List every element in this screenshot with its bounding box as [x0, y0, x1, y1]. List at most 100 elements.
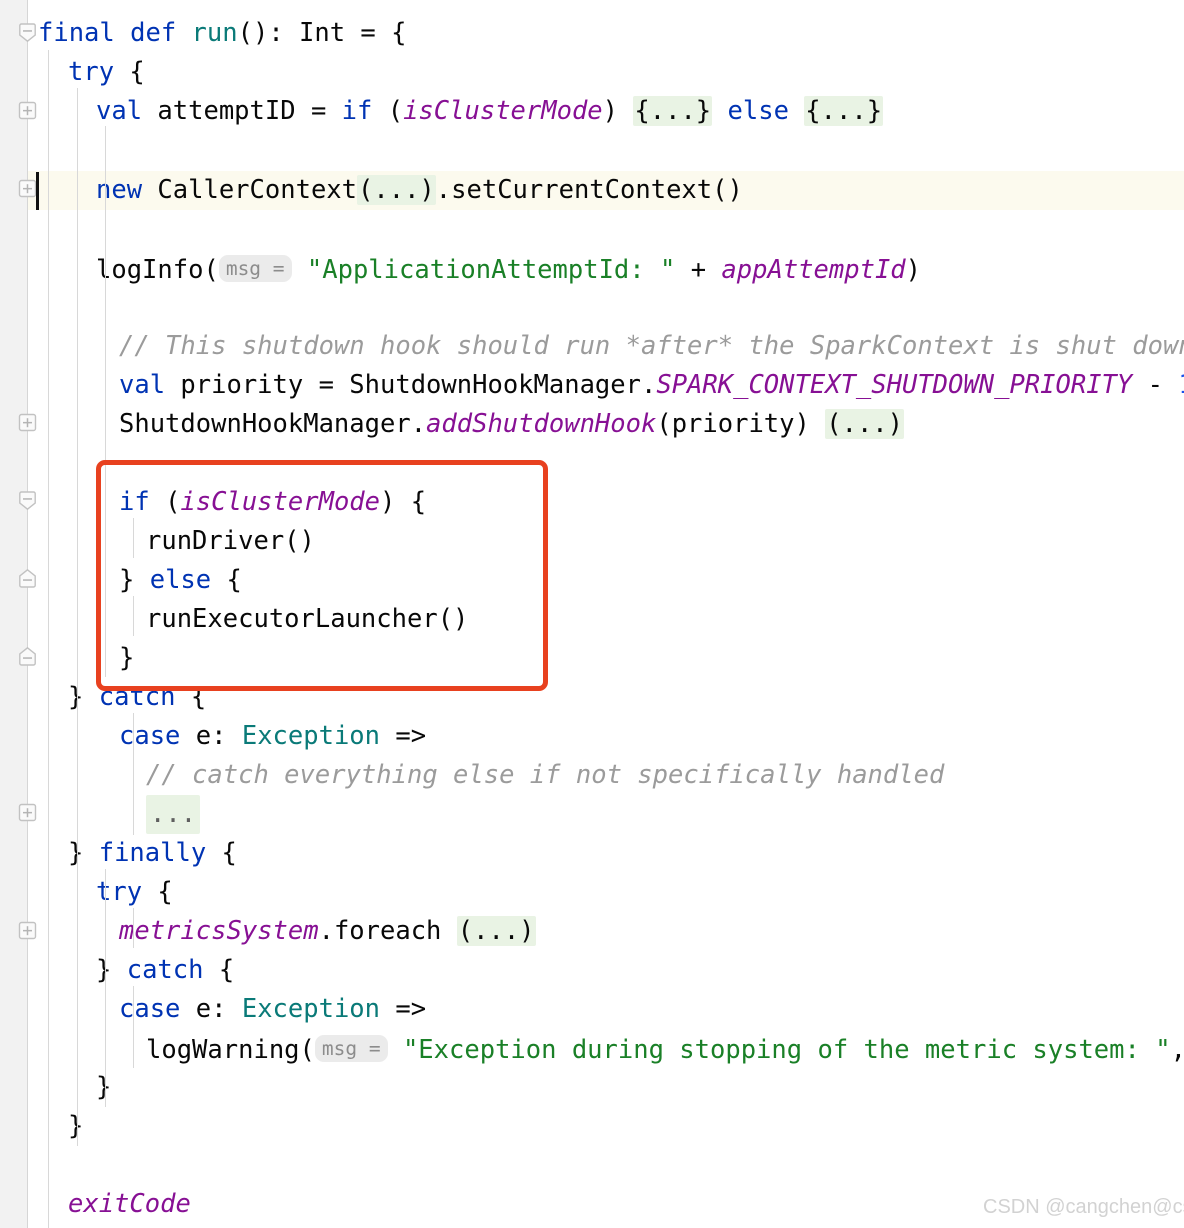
code-token: def: [130, 18, 192, 48]
code-token: }: [68, 682, 99, 712]
code-token: appAttemptId: [721, 255, 906, 285]
fold-marker-collapsed-fold-1[interactable]: [17, 100, 38, 121]
code-line[interactable]: try {: [68, 53, 145, 92]
code-token: e:: [180, 994, 242, 1024]
code-line[interactable]: case e: Exception =>: [119, 990, 426, 1029]
code-token: priority = ShutdownHookManager.: [180, 370, 657, 400]
code-line[interactable]: } else {: [119, 561, 242, 600]
code-token: {: [142, 877, 173, 907]
indent-guide: [133, 713, 134, 835]
code-line[interactable]: }: [96, 1068, 111, 1107]
code-token: =>: [380, 994, 427, 1024]
code-content[interactable]: final def run(): Int = {try {val attempt…: [28, 0, 1184, 1228]
code-token: ): [602, 96, 634, 126]
code-token: if: [119, 487, 166, 517]
code-token: attemptID =: [157, 96, 342, 126]
indent-guide: [105, 869, 106, 1107]
code-token: logInfo(: [96, 255, 219, 285]
parameter-name-hint: msg =: [314, 1035, 388, 1062]
code-line[interactable]: // This shutdown hook should run *after*…: [119, 327, 1184, 366]
code-token: (: [387, 96, 404, 126]
code-line[interactable]: runDriver(): [146, 522, 315, 561]
fold-marker-collapsed-fold-2[interactable]: [17, 178, 38, 199]
code-token: catch: [126, 955, 204, 985]
fold-marker-fold-region-end-up-2[interactable]: [17, 646, 38, 667]
fold-marker-fold-region-end-down-2[interactable]: [17, 490, 38, 511]
code-token: }: [119, 643, 135, 673]
code-line[interactable]: final def run(): Int = {: [38, 14, 407, 53]
fold-marker-fold-region-end-down[interactable]: [17, 22, 38, 43]
folded-code-placeholder[interactable]: (...): [825, 409, 904, 439]
indent-guide: [133, 908, 134, 948]
code-token: =>: [380, 721, 427, 751]
code-token: , e): [1171, 1035, 1184, 1065]
code-token: }: [96, 955, 127, 985]
code-line[interactable]: ...: [146, 795, 201, 835]
code-token: SPARK_CONTEXT_SHUTDOWN_PRIORITY: [656, 370, 1133, 400]
fold-marker-collapsed-fold-4[interactable]: [17, 802, 38, 823]
code-token: Exception: [241, 721, 381, 751]
code-token: exitCode: [68, 1189, 191, 1219]
code-line[interactable]: try {: [96, 873, 173, 912]
code-token: {: [206, 838, 237, 868]
code-line[interactable]: case e: Exception =>: [119, 717, 426, 756]
code-token: addShutdownHook: [426, 409, 657, 439]
code-line[interactable]: new CallerContext(...).setCurrentContext…: [96, 171, 743, 210]
code-token: val: [119, 370, 181, 400]
code-token: if: [341, 96, 388, 126]
parameter-name-hint: msg =: [218, 255, 292, 282]
code-token: }: [68, 1111, 84, 1141]
code-line[interactable]: logWarning(msg = "Exception during stopp…: [146, 1029, 1184, 1068]
indent-guide: [48, 50, 49, 1228]
code-token: isClusterMode: [403, 96, 603, 126]
indent-guide: [133, 986, 134, 1068]
code-token: ): [905, 255, 922, 285]
code-token: else: [727, 96, 789, 126]
code-token: // This shutdown hook should run *after*…: [119, 331, 1184, 361]
code-line[interactable]: val attemptID = if (isClusterMode) {...}…: [96, 92, 884, 131]
code-token: {: [203, 955, 235, 985]
code-token: ShutdownHookManager.: [119, 409, 427, 439]
code-line[interactable]: metricsSystem.foreach (...): [119, 912, 536, 951]
code-line[interactable]: if (isClusterMode) {: [119, 483, 426, 522]
code-line[interactable]: }: [68, 1107, 83, 1146]
code-token: finally: [98, 838, 207, 868]
code-token: case: [119, 721, 181, 751]
code-line[interactable]: runExecutorLauncher(): [146, 600, 468, 639]
code-token: +: [675, 255, 722, 285]
fold-marker-fold-region-end-up-1[interactable]: [17, 568, 38, 589]
csdn-watermark: CSDN @cangchen@csdn: [983, 1196, 1184, 1218]
code-line[interactable]: } finally {: [68, 834, 237, 873]
code-line[interactable]: val priority = ShutdownHookManager.SPARK…: [119, 366, 1184, 405]
code-token: runDriver(): [146, 526, 315, 556]
code-token: val: [96, 96, 158, 126]
folded-code-placeholder[interactable]: (...): [357, 175, 436, 205]
fold-marker-collapsed-fold-3[interactable]: [17, 412, 38, 433]
code-line[interactable]: }: [119, 639, 134, 678]
code-token: (priority): [656, 409, 826, 439]
folded-code-placeholder[interactable]: ...: [146, 795, 201, 835]
code-token: CallerContext: [157, 175, 358, 205]
code-line[interactable]: logInfo(msg = "ApplicationAttemptId: " +…: [96, 249, 921, 288]
code-token: }: [119, 565, 150, 595]
code-token: runExecutorLauncher(): [146, 604, 469, 634]
folded-code-placeholder[interactable]: {...}: [633, 96, 713, 126]
code-token: (: [165, 487, 181, 517]
code-token: "ApplicationAttemptId: ": [306, 255, 676, 285]
code-line[interactable]: ShutdownHookManager.addShutdownHook(prio…: [119, 405, 904, 444]
code-line[interactable]: } catch {: [96, 951, 234, 990]
code-line[interactable]: // catch everything else if not specific…: [146, 756, 944, 795]
fold-marker-collapsed-fold-5[interactable]: [17, 920, 38, 941]
code-line[interactable]: exitCode: [68, 1185, 191, 1224]
code-token: "Exception during stopping of the metric…: [402, 1035, 1171, 1065]
code-token: isClusterMode: [180, 487, 381, 517]
code-token: case: [119, 994, 181, 1024]
code-editor[interactable]: final def run(): Int = {try {val attempt…: [0, 0, 1184, 1228]
folded-code-placeholder[interactable]: (...): [456, 916, 536, 946]
code-token: logWarning(: [146, 1035, 315, 1065]
folded-code-placeholder[interactable]: {...}: [804, 96, 884, 126]
code-token: final: [38, 18, 131, 48]
